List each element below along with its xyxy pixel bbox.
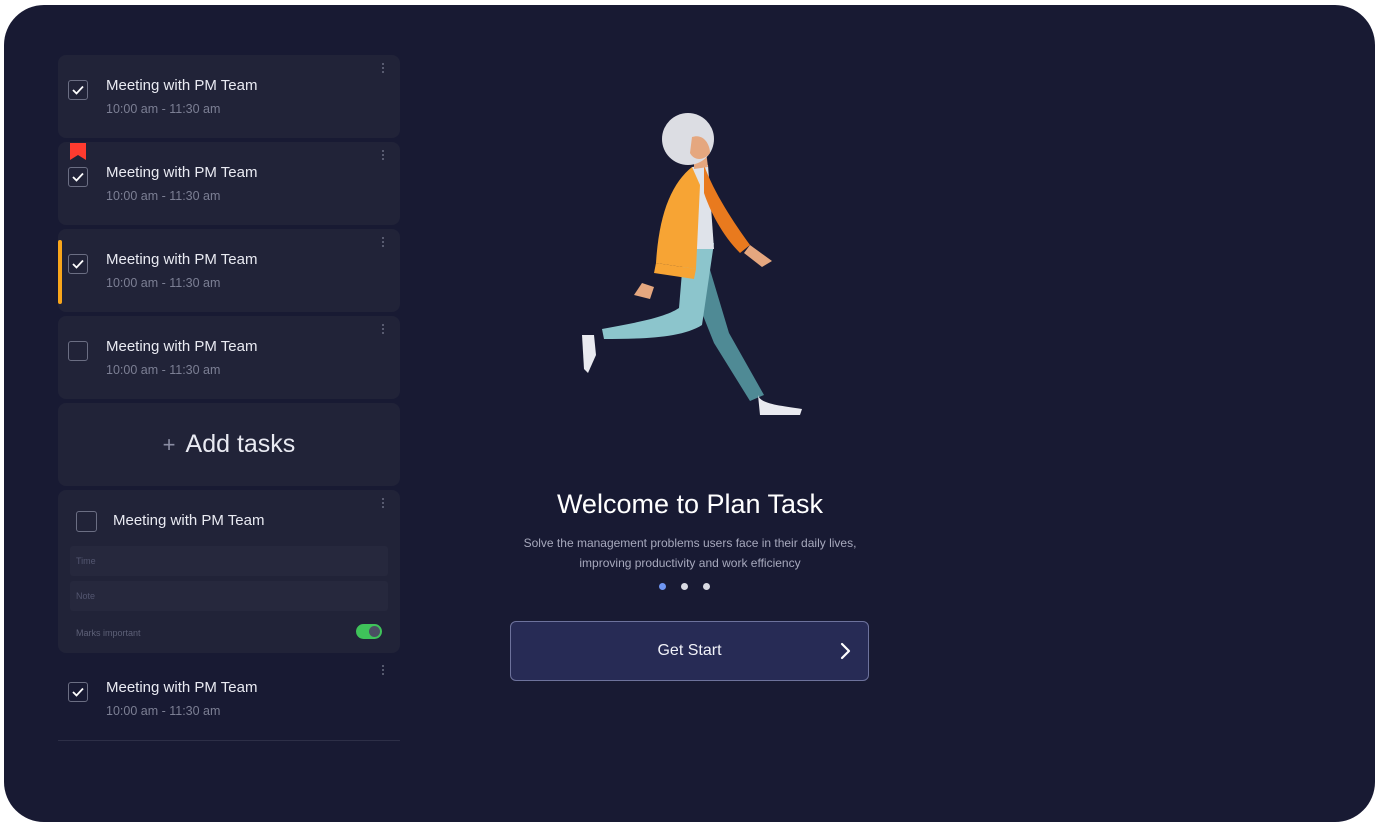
page-dot-active[interactable] (659, 583, 666, 590)
task-checkbox[interactable] (76, 511, 97, 532)
more-options-icon[interactable] (382, 150, 386, 160)
page-dot[interactable] (681, 583, 688, 590)
highlight-bar (58, 240, 62, 304)
task-time: 10:00 am - 11:30 am (106, 276, 221, 290)
task-card[interactable]: Meeting with PM Team 10:00 am - 11:30 am (58, 55, 400, 138)
note-placeholder: Note (76, 591, 96, 601)
walking-person-illustration (582, 113, 802, 415)
task-card[interactable]: Meeting with PM Team 10:00 am - 11:30 am (58, 316, 400, 399)
subtitle-line-2: improving productivity and work efficien… (579, 556, 801, 570)
task-checkbox[interactable] (68, 254, 88, 274)
task-checkbox[interactable] (68, 167, 88, 187)
get-start-label: Get Start (657, 642, 722, 659)
get-start-button[interactable]: Get Start (510, 621, 869, 681)
add-tasks-label: Add tasks (185, 430, 296, 458)
add-tasks-button[interactable]: + Add tasks (58, 403, 400, 486)
page-indicator (659, 583, 710, 590)
welcome-title: Welcome to Plan Task (556, 489, 824, 519)
task-title: Meeting with PM Team (106, 338, 258, 355)
new-task-form: Meeting with PM Team Time Note Marks imp… (58, 490, 400, 653)
check-icon (72, 687, 84, 697)
time-field[interactable]: Time (70, 546, 388, 576)
marks-important-toggle[interactable] (356, 624, 382, 639)
check-icon (72, 172, 84, 182)
task-time: 10:00 am - 11:30 am (106, 704, 221, 718)
task-checkbox[interactable] (68, 80, 88, 100)
task-list: Meeting with PM Team 10:00 am - 11:30 am… (58, 55, 400, 741)
task-title: Meeting with PM Team (106, 164, 258, 181)
subtitle-line-1: Solve the management problems users face… (523, 536, 857, 550)
more-options-icon[interactable] (382, 63, 386, 73)
more-options-icon[interactable] (382, 498, 386, 508)
time-placeholder: Time (76, 556, 96, 566)
chevron-right-icon (840, 642, 851, 660)
task-card[interactable]: Meeting with PM Team 10:00 am - 11:30 am (58, 229, 400, 312)
task-card[interactable]: Meeting with PM Team 10:00 am - 11:30 am (58, 657, 400, 741)
more-options-icon[interactable] (382, 324, 386, 334)
task-time: 10:00 am - 11:30 am (106, 102, 221, 116)
task-title: Meeting with PM Team (106, 77, 258, 94)
task-time: 10:00 am - 11:30 am (106, 189, 221, 203)
task-title: Meeting with PM Team (106, 251, 258, 268)
more-options-icon[interactable] (382, 665, 386, 675)
app-window: Meeting with PM Team 10:00 am - 11:30 am… (4, 5, 1375, 822)
task-checkbox[interactable] (68, 341, 88, 361)
bookmark-flag-icon (70, 143, 86, 160)
task-title: Meeting with PM Team (106, 679, 258, 696)
task-title[interactable]: Meeting with PM Team (113, 512, 264, 529)
welcome-subtitle: Solve the management problems users face… (490, 533, 890, 573)
task-checkbox[interactable] (68, 682, 88, 702)
check-icon (72, 259, 84, 269)
more-options-icon[interactable] (382, 237, 386, 247)
check-icon (72, 85, 84, 95)
marks-important-label: Marks important (76, 628, 141, 638)
task-card[interactable]: Meeting with PM Team 10:00 am - 11:30 am (58, 142, 400, 225)
task-time: 10:00 am - 11:30 am (106, 363, 221, 377)
note-field[interactable]: Note (70, 581, 388, 611)
page-dot[interactable] (703, 583, 710, 590)
plus-icon: + (162, 431, 176, 457)
